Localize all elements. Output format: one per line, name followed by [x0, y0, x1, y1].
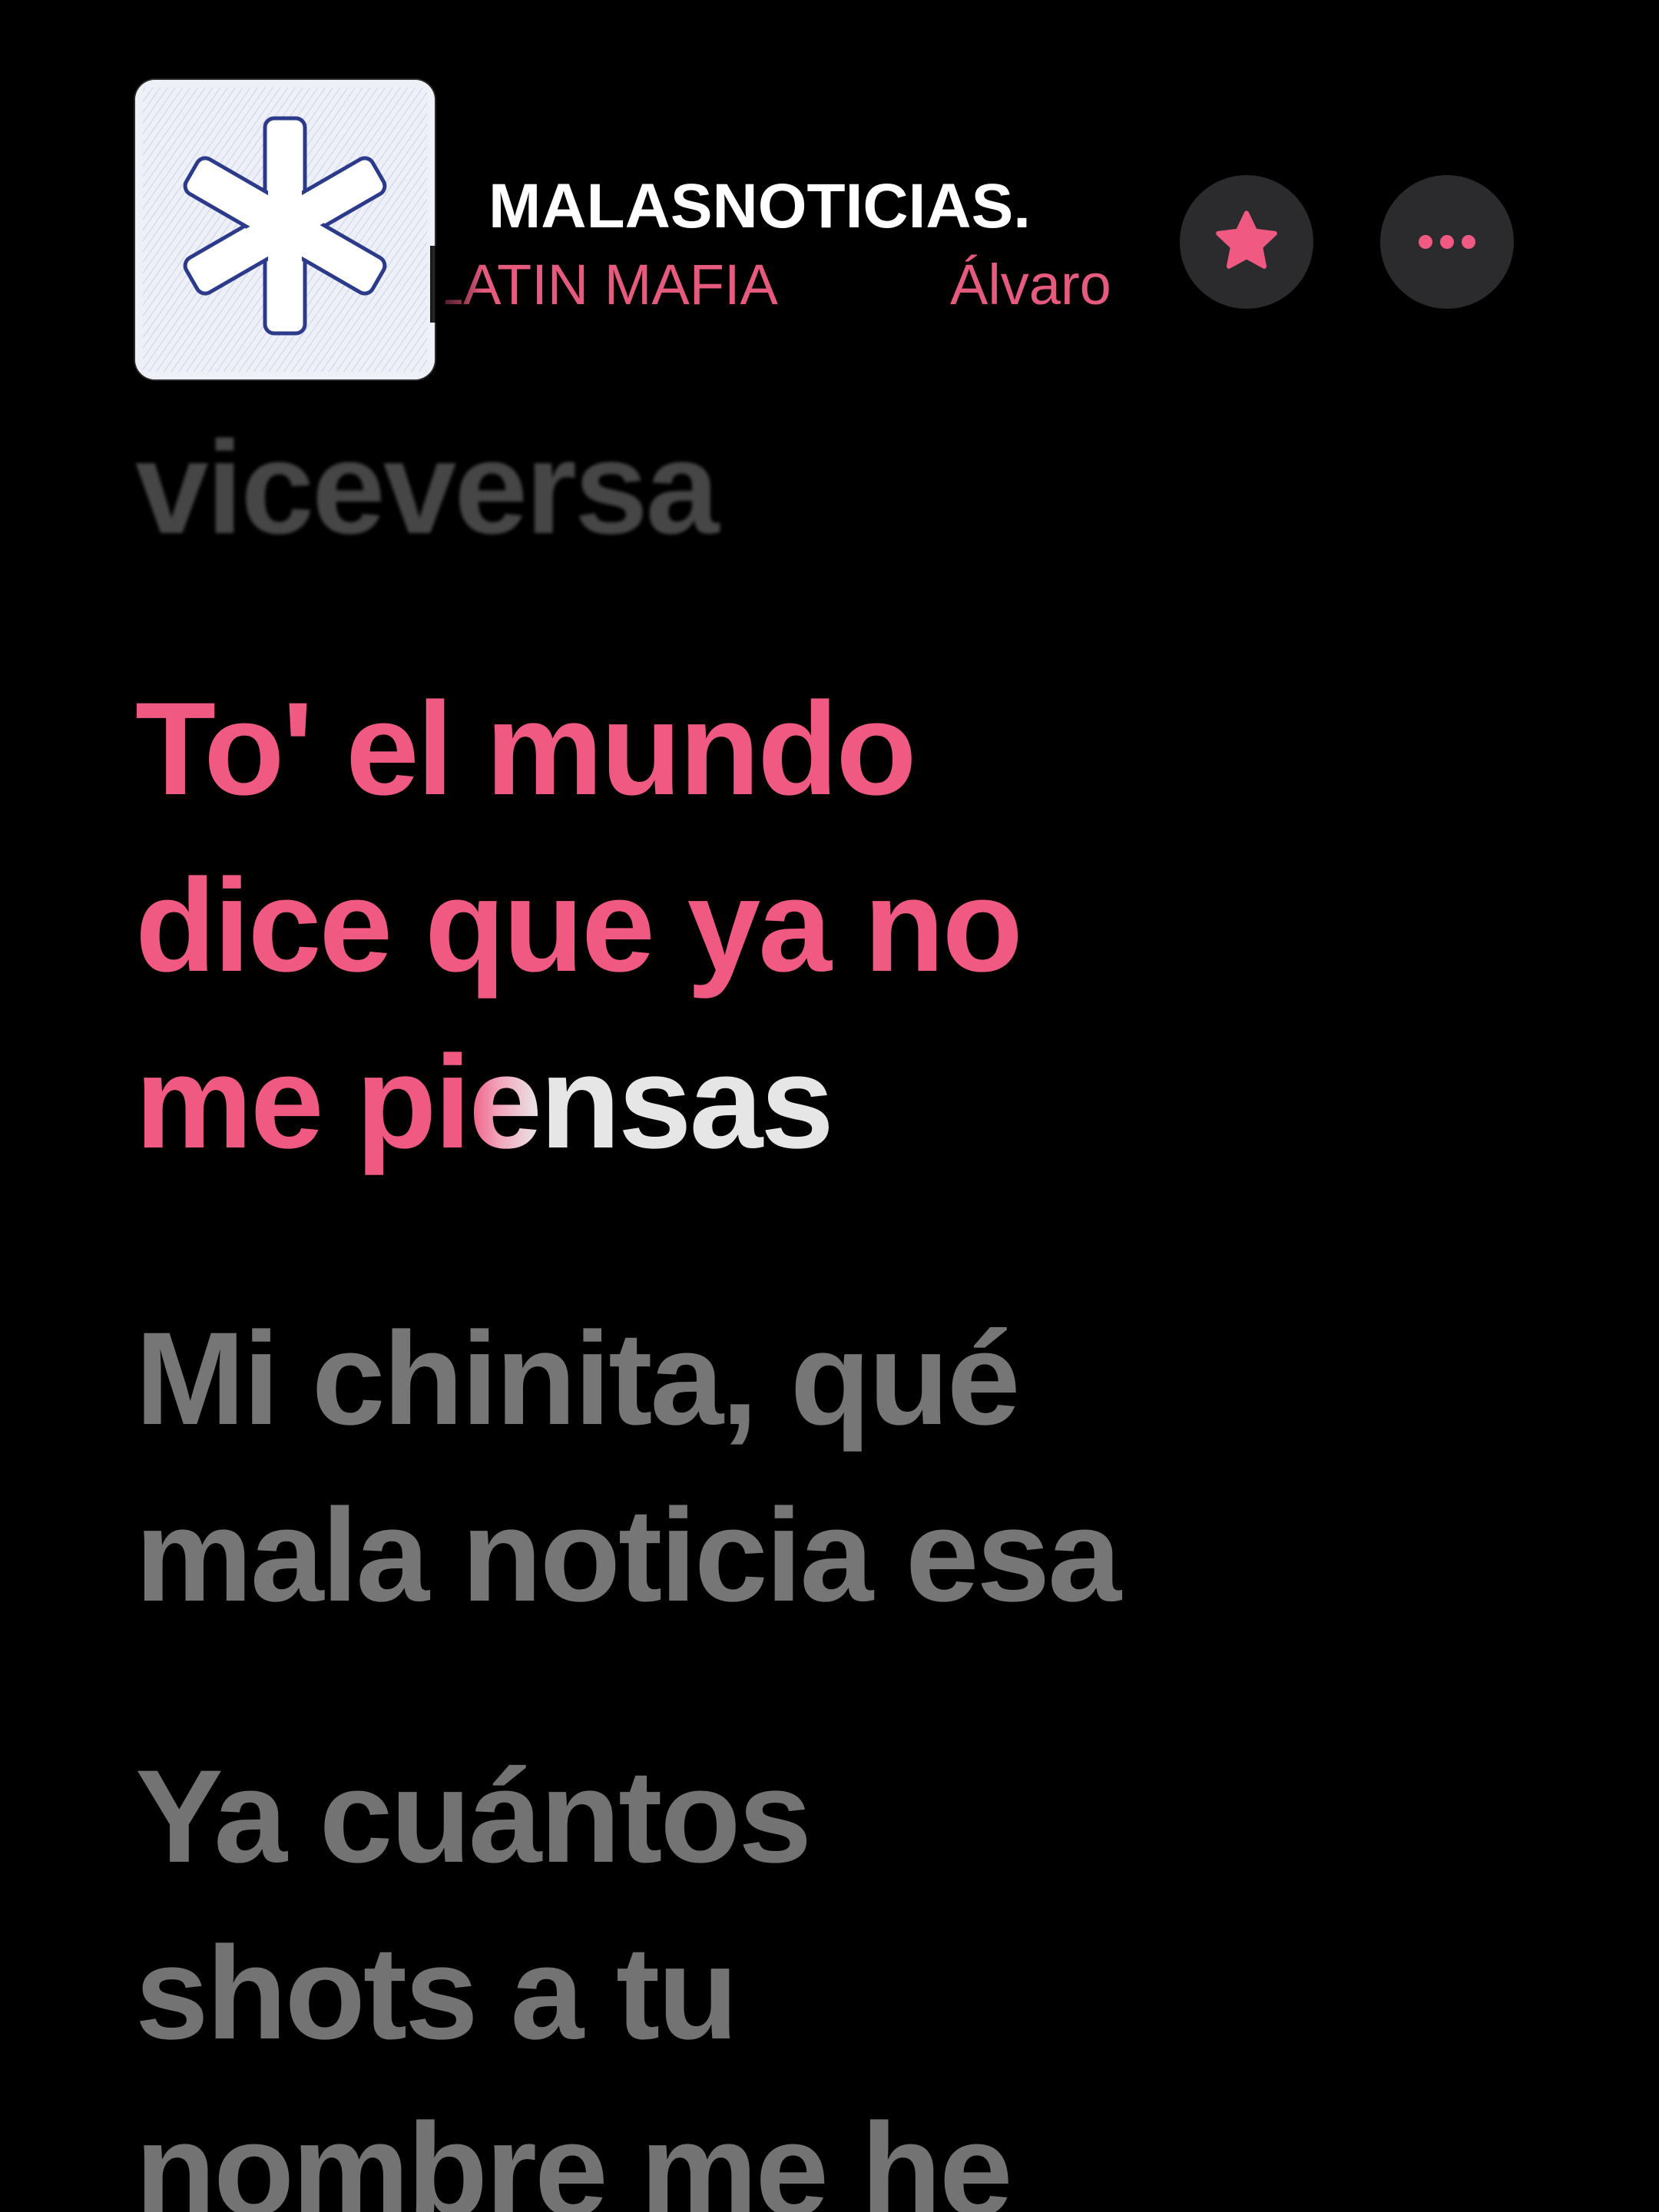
lyric-previous-line[interactable]: viceversa — [135, 399, 719, 576]
more-options-button[interactable] — [1380, 175, 1514, 309]
lyric-next-line[interactable]: Mi chinita, qué mala noticia esa — [135, 1290, 1121, 1644]
lyric-text: dice que ya no — [135, 852, 1023, 999]
lyric-next-line[interactable]: Ya cuántos shots a tu nombre me he — [135, 1728, 1013, 2212]
lyric-partial-part: e — [469, 1028, 542, 1176]
lyric-unsung-part: nsas — [539, 1028, 834, 1176]
star-icon — [1216, 210, 1277, 269]
song-title[interactable]: MALASNOTICIAS. — [488, 171, 1031, 243]
lyric-text: Ya cuántos — [135, 1743, 812, 1890]
album-artwork[interactable] — [135, 80, 435, 379]
lyric-sung-part: me pi — [135, 1028, 471, 1176]
artist-marquee[interactable]: LATIN MAFIA Álvaro — [445, 247, 1137, 324]
lyric-text: shots a tu — [135, 1919, 738, 2067]
lyric-text: mala noticia esa — [135, 1482, 1121, 1629]
lyric-text: Mi chinita, qué — [135, 1305, 1021, 1452]
artist-name: LATIN MAFIA — [445, 253, 778, 316]
artist-name: Álvaro — [950, 253, 1111, 316]
lyric-text: viceversa — [135, 414, 719, 561]
lyric-text: To' el mundo — [135, 675, 916, 823]
ellipsis-icon — [1419, 235, 1475, 249]
asterisk-artwork-image — [135, 80, 435, 379]
marquee-fade — [430, 246, 484, 323]
lyric-current-line[interactable]: To' el mundo dice que ya no me piensas — [135, 661, 1023, 1190]
lyric-text-progress: me piensas — [135, 1014, 1021, 1190]
lyric-text: nombre me he — [135, 2096, 1013, 2212]
favorite-button[interactable] — [1180, 175, 1313, 309]
